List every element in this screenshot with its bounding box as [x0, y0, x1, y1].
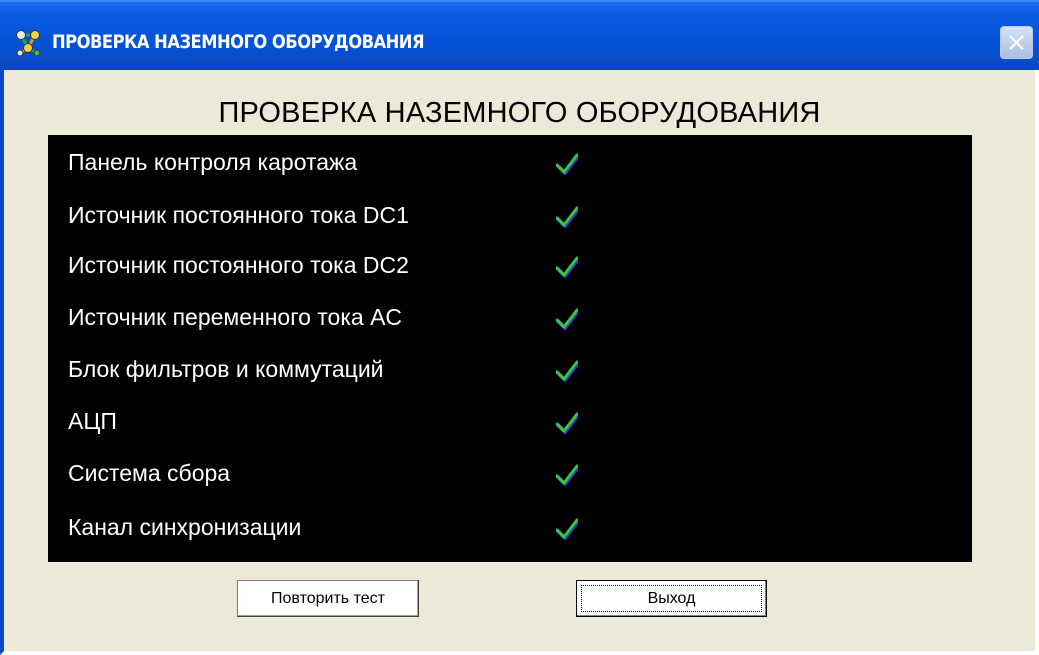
check-label: Панель контроля каротажа: [68, 149, 358, 175]
check-row-adc: АЦП: [48, 394, 972, 444]
checkmark-icon: [556, 464, 578, 486]
checkmark-icon: [556, 206, 578, 228]
checkmark-icon: [556, 518, 578, 540]
check-label: Система сбора: [68, 460, 231, 486]
repeat-test-button[interactable]: Повторить тест: [237, 580, 419, 617]
checkmark-icon: [556, 308, 578, 330]
checkmark-icon: [556, 153, 578, 175]
check-label: Источник переменного тока AC: [68, 304, 403, 330]
network-app-icon: [16, 30, 41, 56]
exit-button-label: Выход: [647, 589, 696, 607]
check-row-filter-block: Блок фильтров и коммутаций: [48, 342, 972, 392]
check-label: Канал синхронизации: [68, 514, 302, 540]
check-row-sync-channel: Канал синхронизации: [48, 500, 972, 550]
checkmark-icon: [556, 360, 578, 382]
window-title: ПРОВЕРКА НАЗЕМНОГО ОБОРУДОВАНИЯ: [52, 31, 425, 53]
check-row-logging-panel: Панель контроля каротажа: [48, 135, 972, 185]
check-row-ac: Источник переменного тока AC: [48, 290, 972, 340]
check-label: Источник постоянного тока DC2: [68, 252, 409, 278]
check-label: Блок фильтров и коммутаций: [68, 356, 384, 382]
check-row-dc2: Источник постоянного тока DC2: [48, 238, 972, 288]
title-bar[interactable]: ПРОВЕРКА НАЗЕМНОГО ОБОРУДОВАНИЯ: [0, 0, 1039, 70]
app-window: ПРОВЕРКА НАЗЕМНОГО ОБОРУДОВАНИЯ ПРОВЕРКА…: [0, 0, 1039, 655]
check-row-dc1: Источник постоянного тока DC1: [48, 188, 972, 238]
close-button[interactable]: [1000, 26, 1033, 59]
status-panel: Панель контроля каротажа Источник постоя…: [48, 135, 972, 562]
exit-button[interactable]: Выход: [576, 580, 767, 617]
close-icon: [1009, 35, 1024, 50]
check-label: Источник постоянного тока DC1: [68, 202, 409, 228]
checkmark-icon: [556, 256, 578, 278]
page-heading: ПРОВЕРКА НАЗЕМНОГО ОБОРУДОВАНИЯ: [218, 97, 821, 129]
check-label: АЦП: [68, 408, 117, 434]
check-row-acquisition: Система сбора: [48, 446, 972, 496]
checkmark-icon: [556, 412, 578, 434]
